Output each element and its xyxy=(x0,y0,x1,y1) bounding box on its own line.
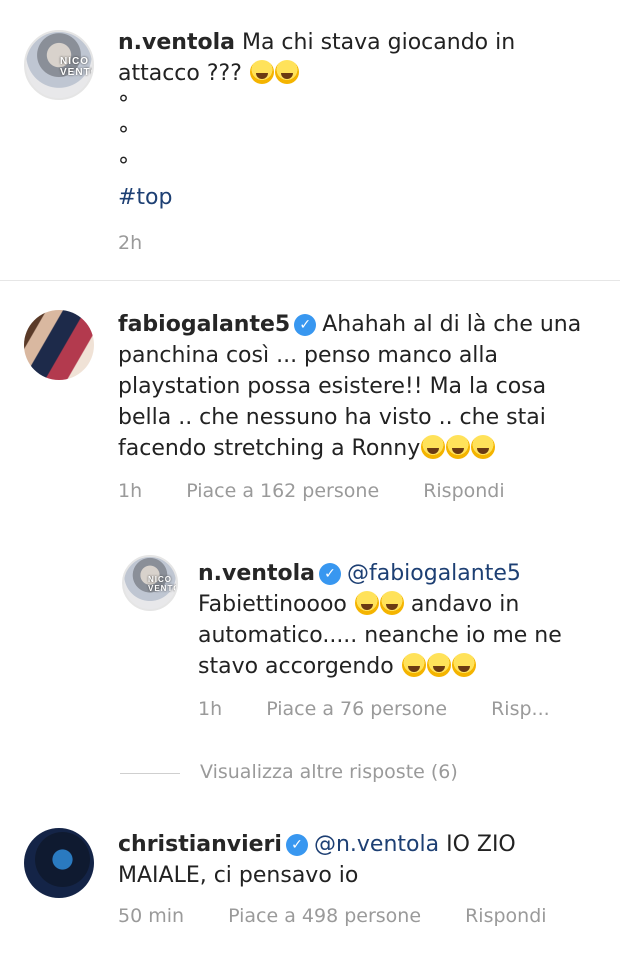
reply-button[interactable]: Rispondi xyxy=(465,905,546,927)
avatar[interactable] xyxy=(24,828,94,898)
rofl-emoji-icon xyxy=(451,653,476,677)
likes-count[interactable]: Piace a 162 persone xyxy=(186,480,379,502)
laughing-emoji-icon xyxy=(379,591,404,615)
avatar-text: NICO VENTOL xyxy=(60,56,92,78)
view-more-replies-button[interactable]: Visualizza altre risposte (6) xyxy=(200,761,458,783)
timestamp: 50 min xyxy=(118,905,185,927)
comment-body: christianvieri ✓ @n.ventola IO ZIO MAIALE,… xyxy=(118,829,588,891)
rofl-emoji-icon xyxy=(421,435,446,459)
rofl-emoji-icon xyxy=(401,653,426,677)
dot: ° xyxy=(118,92,129,117)
verified-badge-icon: ✓ xyxy=(285,834,308,856)
rofl-emoji-icon xyxy=(471,435,496,459)
dot: ° xyxy=(118,154,129,179)
laughing-emoji-icon xyxy=(249,60,274,84)
hashtag-link[interactable]: #top xyxy=(118,182,588,213)
verified-badge-icon: ✓ xyxy=(294,314,317,336)
rofl-emoji-icon xyxy=(446,435,471,459)
timestamp: 1h xyxy=(118,480,143,502)
username[interactable]: christianvieri xyxy=(118,832,282,857)
reply-button[interactable]: Risp... xyxy=(491,698,550,720)
laughing-emoji-icon xyxy=(274,60,299,84)
likes-count[interactable]: Piace a 76 persone xyxy=(266,698,447,720)
comment-meta: 2h xyxy=(118,232,180,254)
comment-body: fabiogalante5 ✓ Ahahah al di là che una pa… xyxy=(118,309,588,464)
comment-meta: 1h Piace a 162 persone Rispondi xyxy=(118,480,543,502)
reply-button[interactable]: Rispondi xyxy=(423,480,504,502)
dot: ° xyxy=(118,123,129,148)
avatar[interactable]: NICO VENTOL xyxy=(122,555,178,611)
timestamp: 1h xyxy=(198,698,223,720)
likes-count[interactable]: Piace a 498 persone xyxy=(228,905,421,927)
username[interactable]: n.ventola xyxy=(198,561,315,586)
comment-body: n.ventola Ma chi stava giocando in attac… xyxy=(118,27,588,213)
verified-badge-icon: ✓ xyxy=(318,563,341,585)
rofl-emoji-icon xyxy=(426,653,451,677)
reply-body: n.ventola ✓ @fabiogalante5 Fabiettinoooo a… xyxy=(198,558,593,682)
avatar[interactable] xyxy=(24,310,94,380)
avatar-text: NICO VENTOL xyxy=(148,575,176,593)
comment-text: Fabiettinoooo xyxy=(198,592,347,617)
view-more-line xyxy=(120,773,180,774)
timestamp: 2h xyxy=(118,232,143,254)
username[interactable]: n.ventola xyxy=(118,30,235,55)
comment-meta: 50 min Piace a 498 persone Rispondi xyxy=(118,905,585,927)
laughing-emoji-icon xyxy=(354,591,379,615)
avatar[interactable]: NICO VENTOL xyxy=(24,30,94,100)
comment-meta: 1h Piace a 76 persone Risp... xyxy=(198,698,588,720)
mention-link[interactable]: @fabiogalante5 xyxy=(347,561,521,586)
username[interactable]: fabiogalante5 xyxy=(118,312,290,337)
divider xyxy=(0,280,620,281)
mention-link[interactable]: @n.ventola xyxy=(314,832,439,857)
